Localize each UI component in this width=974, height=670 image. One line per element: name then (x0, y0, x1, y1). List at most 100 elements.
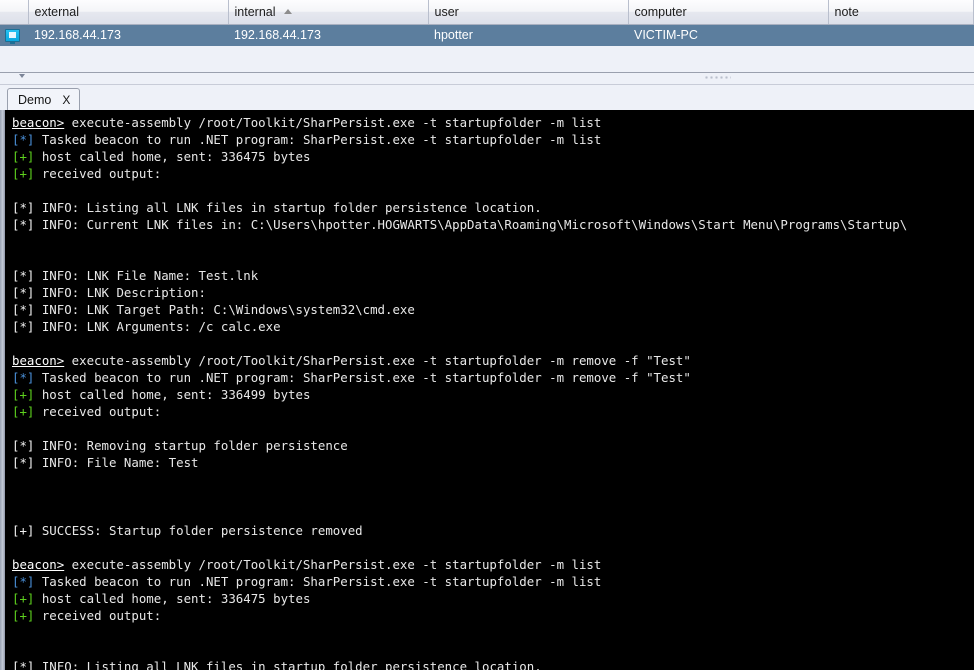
cell-note (828, 24, 974, 46)
console-line-tag: [*] (12, 438, 35, 453)
triangle-down-icon[interactable] (19, 74, 25, 78)
console-line-tag: [+] (12, 387, 35, 402)
cell-external: 192.168.44.173 (28, 24, 228, 46)
console-line-tag: [+] (12, 149, 35, 164)
panel-splitter[interactable] (0, 72, 974, 85)
console-line-tag: [+] (12, 608, 35, 623)
drag-grip-icon[interactable] (705, 76, 731, 80)
console-line: [+] received output: (12, 607, 974, 624)
console-line-text: SUCCESS: Startup folder persistence remo… (34, 523, 363, 538)
console-line-text: INFO: Listing all LNK files in startup f… (34, 659, 542, 670)
console-line: [*] Tasked beacon to run .NET program: S… (12, 369, 974, 386)
console-line-text: INFO: Current LNK files in: C:\Users\hpo… (34, 217, 908, 232)
column-header-internal[interactable]: internal (228, 0, 429, 25)
console-command-text: execute-assembly /root/Toolkit/SharPersi… (64, 557, 602, 572)
console-line-text: host called home, sent: 336499 bytes (34, 387, 311, 402)
console-line-tag: [+] (12, 166, 35, 181)
beacon-console-output[interactable]: beacon> execute-assembly /root/Toolkit/S… (5, 110, 974, 670)
console-prompt: beacon> (12, 115, 65, 130)
console-line-text: received output: (34, 404, 162, 419)
console-line-text: INFO: LNK Target Path: C:\Windows\system… (34, 302, 415, 317)
sessions-panel: external internal user computer note 192… (0, 0, 974, 72)
column-header-computer[interactable]: computer (628, 0, 829, 25)
console-line: [+] host called home, sent: 336475 bytes (12, 590, 974, 607)
sessions-table-body: 192.168.44.173 192.168.44.173 hpotter VI… (0, 24, 974, 46)
close-icon[interactable]: X (62, 94, 70, 106)
console-line-tag: [*] (12, 455, 35, 470)
console-line-text: INFO: Removing startup folder persistenc… (34, 438, 348, 453)
console-line: [+] received output: (12, 403, 974, 420)
console-line-text: Tasked beacon to run .NET program: SharP… (34, 132, 602, 147)
console-line-tag: [+] (12, 591, 35, 606)
console-line-text: INFO: LNK Arguments: /c calc.exe (34, 319, 281, 334)
tab-demo[interactable]: Demo X (7, 88, 81, 111)
console-line: [+] SUCCESS: Startup folder persistence … (12, 522, 974, 539)
tab-strip: Demo X (0, 85, 974, 111)
console-prompt: beacon> (12, 353, 65, 368)
console-line-tag: [*] (12, 319, 35, 334)
column-header-note-label: note (834, 4, 859, 19)
cell-user: hpotter (428, 24, 628, 46)
console-command-text: execute-assembly /root/Toolkit/SharPersi… (64, 353, 691, 368)
column-header-note[interactable]: note (828, 0, 974, 25)
console-line: [*] Tasked beacon to run .NET program: S… (12, 131, 974, 148)
console-line: beacon> execute-assembly /root/Toolkit/S… (12, 114, 974, 131)
console-line-text: Tasked beacon to run .NET program: SharP… (34, 574, 602, 589)
sessions-header-row: external internal user computer note (0, 0, 974, 25)
console-line: [*] Tasked beacon to run .NET program: S… (12, 573, 974, 590)
sessions-table-header: external internal user computer note (0, 0, 974, 25)
console-line-text: received output: (34, 608, 162, 623)
console-line: [*] INFO: LNK Target Path: C:\Windows\sy… (12, 301, 974, 318)
console-line: [*] INFO: File Name: Test (12, 454, 974, 471)
cobalt-strike-window: external internal user computer note 192… (0, 0, 974, 670)
console-line: [*] INFO: LNK Arguments: /c calc.exe (12, 318, 974, 335)
sessions-empty-area (0, 46, 974, 72)
column-header-external[interactable]: external (28, 0, 229, 25)
cell-internal: 192.168.44.173 (228, 24, 428, 46)
console-line-text: Tasked beacon to run .NET program: SharP… (34, 370, 691, 385)
console-line: [+] host called home, sent: 336475 bytes (12, 148, 974, 165)
console-line: [*] INFO: Current LNK files in: C:\Users… (12, 216, 974, 233)
console-line-tag: [*] (12, 268, 35, 283)
console-line-tag: [*] (12, 200, 35, 215)
console-line-tag: [*] (12, 574, 35, 589)
console-prompt: beacon> (12, 557, 65, 572)
splitter-collapse-controls[interactable] (6, 74, 25, 78)
console-panel: beacon> execute-assembly /root/Toolkit/S… (0, 110, 974, 670)
column-header-internal-label: internal (234, 4, 276, 19)
console-line: [+] received output: (12, 165, 974, 182)
console-line-tag: [*] (12, 285, 35, 300)
console-line-text: received output: (34, 166, 162, 181)
console-line-tag: [*] (12, 132, 35, 147)
column-header-computer-label: computer (634, 4, 687, 19)
console-line-tag: [+] (12, 404, 35, 419)
column-header-user[interactable]: user (428, 0, 629, 25)
host-monitor-icon (5, 29, 20, 45)
table-row[interactable]: 192.168.44.173 192.168.44.173 hpotter VI… (0, 24, 974, 46)
console-line-text: host called home, sent: 336475 bytes (34, 149, 311, 164)
console-line-text: INFO: File Name: Test (34, 455, 199, 470)
console-line: [+] host called home, sent: 336499 bytes (12, 386, 974, 403)
console-command-text: execute-assembly /root/Toolkit/SharPersi… (64, 115, 602, 130)
sessions-table: external internal user computer note 192… (0, 0, 974, 46)
console-line-tag: [*] (12, 659, 35, 670)
column-header-gutter (0, 0, 29, 25)
tab-demo-label: Demo (18, 93, 52, 107)
console-line-text: INFO: Listing all LNK files in startup f… (34, 200, 542, 215)
console-line: [*] INFO: Removing startup folder persis… (12, 437, 974, 454)
console-line-tag: [*] (12, 302, 35, 317)
cell-computer: VICTIM-PC (628, 24, 828, 46)
console-line-text: host called home, sent: 336475 bytes (34, 591, 311, 606)
console-line-tag: [+] (12, 523, 35, 538)
console-line: [*] INFO: Listing all LNK files in start… (12, 658, 974, 670)
